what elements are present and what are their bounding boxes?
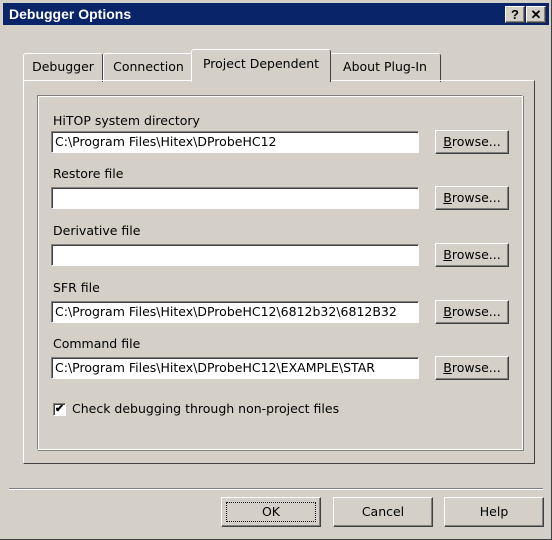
close-icon[interactable]: ✕ xyxy=(526,6,546,23)
tab-connection[interactable]: Connection xyxy=(103,53,194,82)
derivative-file-field[interactable] xyxy=(51,244,419,266)
browse-label: rowse... xyxy=(451,134,501,149)
browse-mnemonic: B xyxy=(443,304,452,319)
ok-label: OK xyxy=(261,504,281,519)
tab-project-dependent[interactable]: Project Dependent xyxy=(191,49,331,82)
command-file-field[interactable]: C:\Program Files\Hitex\DProbeHC12\EXAMPL… xyxy=(51,357,419,379)
browse-mnemonic: B xyxy=(443,360,452,375)
hitop-directory-label: HiTOP system directory xyxy=(53,113,200,128)
browse-label: rowse... xyxy=(451,360,501,375)
title-bar: Debugger Options ? ✕ xyxy=(3,3,549,25)
browse-hitop-directory-button[interactable]: Browse... xyxy=(435,130,509,154)
non-project-files-checkbox[interactable]: ✔ xyxy=(53,403,66,416)
browse-mnemonic: B xyxy=(443,134,452,149)
sfr-file-field[interactable]: C:\Program Files\Hitex\DProbeHC12\6812b3… xyxy=(51,301,419,323)
ok-button[interactable]: OK xyxy=(221,497,321,527)
separator-highlight xyxy=(9,489,543,490)
cancel-button[interactable]: Cancel xyxy=(333,497,433,527)
restore-file-field[interactable] xyxy=(51,187,419,209)
command-file-label: Command file xyxy=(53,336,141,351)
browse-label: rowse... xyxy=(451,190,501,205)
browse-mnemonic: B xyxy=(443,190,452,205)
tab-debugger[interactable]: Debugger xyxy=(23,53,103,82)
hitop-directory-field[interactable]: C:\Program Files\Hitex\DProbeHC12 xyxy=(51,131,419,153)
browse-derivative-file-button[interactable]: Browse... xyxy=(435,243,509,267)
window-title: Debugger Options xyxy=(9,6,132,22)
debugger-options-dialog: Debugger Options ? ✕ Debugger Connection… xyxy=(0,0,552,540)
derivative-file-label: Derivative file xyxy=(53,223,141,238)
browse-label: rowse... xyxy=(451,247,501,262)
tab-about-plugin[interactable]: About Plug-In xyxy=(329,53,441,82)
browse-restore-file-button[interactable]: Browse... xyxy=(435,186,509,210)
browse-mnemonic: B xyxy=(443,247,452,262)
non-project-files-label[interactable]: Check debugging through non-project file… xyxy=(72,401,339,416)
help-icon[interactable]: ? xyxy=(505,6,525,23)
browse-command-file-button[interactable]: Browse... xyxy=(435,356,509,380)
browse-sfr-file-button[interactable]: Browse... xyxy=(435,300,509,324)
help-button[interactable]: Help xyxy=(444,497,544,527)
browse-label: rowse... xyxy=(451,304,501,319)
sfr-file-label: SFR file xyxy=(53,280,100,295)
restore-file-label: Restore file xyxy=(53,166,124,181)
